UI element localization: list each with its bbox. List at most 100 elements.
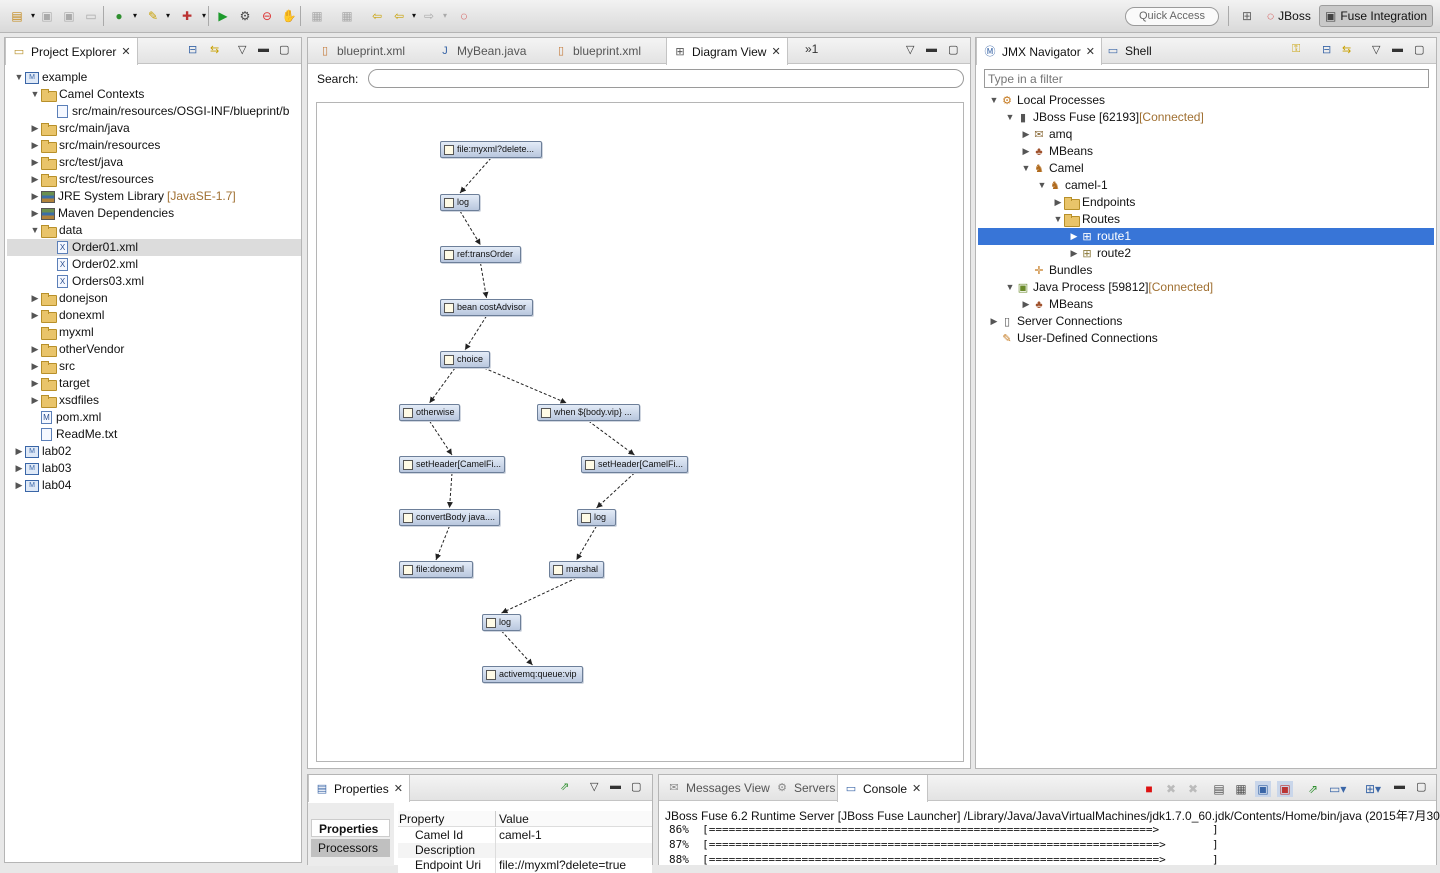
- collapsed-icon[interactable]: ▶: [1068, 228, 1080, 245]
- tree-item[interactable]: ▶ donexml: [7, 307, 301, 324]
- link-editor-icon[interactable]: ⇆: [210, 43, 219, 56]
- maximize-icon[interactable]: ▢: [948, 43, 958, 56]
- column-property[interactable]: Property: [399, 812, 444, 826]
- search-input[interactable]: [368, 69, 964, 88]
- diagram-node[interactable]: file:myxml?delete...: [440, 141, 542, 158]
- tree-item[interactable]: ▶ src/main/java: [7, 120, 301, 137]
- expanded-icon[interactable]: ▼: [1052, 211, 1064, 228]
- tab-overflow[interactable]: »1: [805, 42, 818, 56]
- maximize-icon[interactable]: ▢: [631, 780, 641, 793]
- collapsed-icon[interactable]: ▶: [29, 341, 41, 358]
- tree-item[interactable]: X Order01.xml: [7, 239, 301, 256]
- tree-item[interactable]: ▶ target: [7, 375, 301, 392]
- dropdown-arrow-icon[interactable]: ▾: [195, 7, 213, 25]
- collapsed-icon[interactable]: ▶: [29, 171, 41, 188]
- close-icon[interactable]: ✕: [121, 45, 130, 58]
- diagram-node[interactable]: activemq:queue:vip: [482, 666, 583, 683]
- tree-item[interactable]: src/main/resources/OSGI-INF/blueprint/b: [7, 103, 301, 120]
- property-row[interactable]: Camel Id camel-1: [398, 828, 652, 843]
- pin-icon[interactable]: ⇗: [560, 780, 569, 793]
- expanded-icon[interactable]: ▼: [1004, 279, 1016, 296]
- maximize-icon[interactable]: ▢: [279, 43, 289, 56]
- expanded-icon[interactable]: ▼: [988, 92, 1000, 109]
- close-icon[interactable]: ✕: [771, 45, 780, 58]
- tab-properties[interactable]: ▤ Properties ✕: [308, 775, 410, 802]
- jmx-tree-item[interactable]: ▶ ♣ MBeans: [978, 143, 1434, 160]
- tree-item[interactable]: Mpom.xml: [7, 409, 301, 426]
- jmx-tree-item[interactable]: ▼ Routes: [978, 211, 1434, 228]
- expanded-icon[interactable]: ▼: [1036, 177, 1048, 194]
- diagram-node[interactable]: log: [440, 194, 480, 211]
- remove-launch-icon[interactable]: ✖: [1163, 781, 1179, 797]
- tree-item[interactable]: ▶ Mlab02: [7, 443, 301, 460]
- jmx-tree-item[interactable]: ▶ ✉ amq: [978, 126, 1434, 143]
- tree-item[interactable]: X Orders03.xml: [7, 273, 301, 290]
- collapsed-icon[interactable]: ▶: [1052, 194, 1064, 211]
- minimize-icon[interactable]: ▬: [926, 43, 937, 55]
- tab-servers[interactable]: ⚙ Servers: [769, 775, 841, 801]
- maximize-icon[interactable]: ▢: [1416, 780, 1426, 793]
- play-icon[interactable]: ▶: [214, 7, 232, 25]
- jmx-tree-item[interactable]: ▶ Endpoints: [978, 194, 1434, 211]
- minimize-icon[interactable]: ▬: [258, 43, 269, 55]
- fuse-icon[interactable]: ◌: [455, 7, 473, 25]
- collapsed-icon[interactable]: ▶: [29, 290, 41, 307]
- collapsed-icon[interactable]: ▶: [1068, 245, 1080, 262]
- dropdown-arrow-icon[interactable]: ▾: [159, 7, 177, 25]
- tree-item[interactable]: ▶ xsdfiles: [7, 392, 301, 409]
- print-icon[interactable]: ▭: [82, 7, 100, 25]
- tree-item[interactable]: ▶ otherVendor: [7, 341, 301, 358]
- minimize-icon[interactable]: ▬: [1392, 43, 1403, 55]
- jmx-tree-item[interactable]: ▼ ♞ Camel: [978, 160, 1434, 177]
- diagram-node[interactable]: log: [577, 509, 616, 526]
- tree-item[interactable]: ▶ src: [7, 358, 301, 375]
- hand-icon[interactable]: ✋: [280, 7, 298, 25]
- nav-icon[interactable]: ▦: [308, 7, 326, 25]
- jmx-tree-item[interactable]: ✎ User-Defined Connections: [978, 330, 1434, 347]
- stop-icon[interactable]: ⊖: [258, 7, 276, 25]
- close-icon[interactable]: ✕: [912, 782, 921, 795]
- collapsed-icon[interactable]: ▶: [29, 205, 41, 222]
- open-console-icon[interactable]: ⊞▾: [1365, 781, 1381, 797]
- open-perspective-icon[interactable]: ⊞: [1238, 7, 1256, 25]
- expanded-icon[interactable]: ▼: [29, 222, 41, 239]
- tree-item[interactable]: ▶ Mlab03: [7, 460, 301, 477]
- view-menu-icon[interactable]: ▽: [238, 43, 246, 56]
- view-menu-icon[interactable]: ▽: [906, 43, 914, 56]
- tab-blueprint-xml[interactable]: ▯ blueprint.xml: [312, 38, 411, 64]
- collapsed-icon[interactable]: ▶: [29, 307, 41, 324]
- tab-blueprint-xml-2[interactable]: ▯ blueprint.xml: [548, 38, 647, 64]
- expanded-icon[interactable]: ▼: [1004, 109, 1016, 126]
- tree-item[interactable]: ▶ JRE System Library [JavaSE-1.7]: [7, 188, 301, 205]
- tree-item[interactable]: ▶ Maven Dependencies: [7, 205, 301, 222]
- collapsed-icon[interactable]: ▶: [1020, 126, 1032, 143]
- expanded-icon[interactable]: ▼: [13, 69, 25, 86]
- dropdown-arrow-icon[interactable]: ▾: [436, 7, 454, 25]
- tab-console[interactable]: ▭ Console ✕: [837, 775, 929, 802]
- tab-project-explorer[interactable]: ▭ Project Explorer ✕: [5, 38, 138, 65]
- tab-shell[interactable]: ▭ Shell: [1100, 38, 1158, 64]
- collapsed-icon[interactable]: ▶: [13, 460, 25, 477]
- remove-all-icon[interactable]: ✖: [1185, 781, 1201, 797]
- diagram-node[interactable]: file:donexml: [399, 561, 473, 578]
- collapse-all-icon[interactable]: ⊟: [188, 43, 197, 56]
- perspective-fuse-integration[interactable]: ▣ Fuse Integration: [1319, 5, 1434, 27]
- clear-console-icon[interactable]: ▤: [1211, 781, 1227, 797]
- tree-item[interactable]: ▶ src/test/java: [7, 154, 301, 171]
- diagram-node[interactable]: choice: [440, 351, 490, 368]
- collapsed-icon[interactable]: ▶: [13, 477, 25, 494]
- maximize-icon[interactable]: ▢: [1414, 43, 1424, 56]
- tab-mybean-java[interactable]: J MyBean.java: [432, 38, 532, 64]
- collapsed-icon[interactable]: ▶: [29, 392, 41, 409]
- tree-item[interactable]: ▶ donejson: [7, 290, 301, 307]
- tab-jmx-navigator[interactable]: Ⓜ JMX Navigator ✕: [976, 38, 1102, 65]
- minimize-icon[interactable]: ▬: [1394, 780, 1405, 792]
- tree-item[interactable]: ▶ Mlab04: [7, 477, 301, 494]
- jmx-tree-item[interactable]: ▼ ♞ camel-1: [978, 177, 1434, 194]
- diagram-node[interactable]: otherwise: [399, 404, 460, 421]
- display-console-icon[interactable]: ▭▾: [1329, 781, 1346, 797]
- diagram-node[interactable]: setHeader[CamelFi...: [581, 456, 688, 473]
- route-diagram-canvas[interactable]: file:myxml?delete... log ref:transOrder bea…: [316, 102, 964, 762]
- collapsed-icon[interactable]: ▶: [29, 137, 41, 154]
- tab-diagram-view[interactable]: ⊞ Diagram View ✕: [666, 38, 788, 65]
